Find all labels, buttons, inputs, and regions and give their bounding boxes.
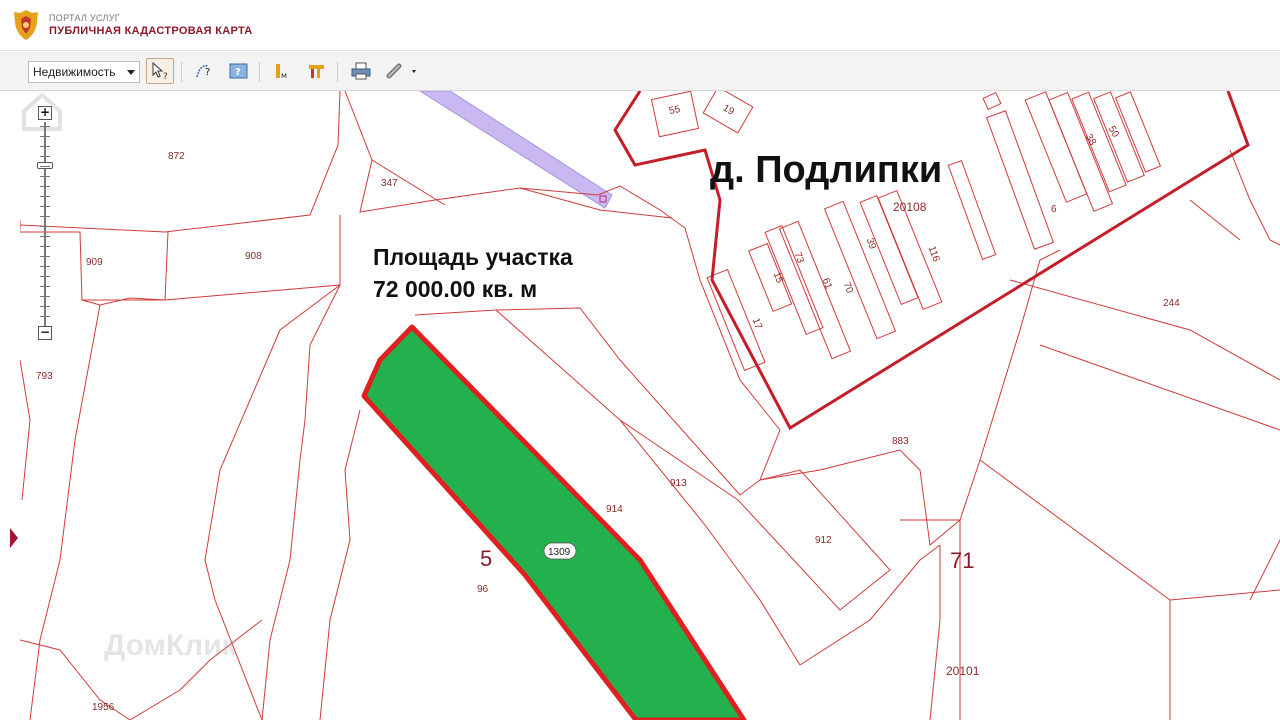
selected-parcel-1309[interactable] xyxy=(361,324,747,720)
zoom-tick xyxy=(40,296,50,297)
link-button[interactable] xyxy=(381,58,421,84)
zoom-tick xyxy=(40,156,50,157)
toolbar-separator xyxy=(337,62,338,82)
zoom-out-button[interactable]: − xyxy=(38,326,52,340)
highlight-strip xyxy=(419,91,613,209)
zoom-tick xyxy=(40,246,50,247)
measure-button[interactable]: ? xyxy=(190,58,218,84)
side-panel-toggle[interactable] xyxy=(10,528,18,548)
printer-icon xyxy=(351,62,371,80)
zoom-tick xyxy=(40,306,50,307)
svg-text:?: ? xyxy=(235,67,241,78)
zoom-tick xyxy=(40,256,50,257)
zoom-tick xyxy=(40,206,50,207)
portal-label: ПОРТАЛ УСЛУГ xyxy=(49,13,120,23)
area-caption: Площадь участка 72 000.00 кв. м xyxy=(373,241,573,305)
map-title: ПУБЛИЧНАЯ КАДАСТРОВАЯ КАРТА xyxy=(49,25,253,37)
map-canvas[interactable] xyxy=(20,91,1280,720)
zoom-tick xyxy=(40,136,50,137)
link-icon xyxy=(386,63,416,79)
area-caption-value: 72 000.00 кв. м xyxy=(373,276,538,302)
identify-button[interactable]: ? xyxy=(224,58,252,84)
zoom-tick xyxy=(40,286,50,287)
app-header: ПОРТАЛ УСЛУГ ПУБЛИЧНАЯ КАДАСТРОВАЯ КАРТА xyxy=(0,0,1280,51)
help-box-icon: ? xyxy=(229,63,248,79)
toolbar-separator xyxy=(181,62,182,82)
measure-icon xyxy=(309,65,324,78)
area-caption-title: Площадь участка xyxy=(373,244,573,270)
zoom-in-button[interactable]: + xyxy=(38,106,52,120)
layer-select[interactable]: Недвижимость xyxy=(28,61,140,83)
layer-select-value: Недвижимость xyxy=(33,65,116,79)
zoom-tick xyxy=(40,186,50,187)
print-button[interactable] xyxy=(346,58,374,84)
layers-icon: м xyxy=(276,64,287,80)
zoom-tick xyxy=(40,276,50,277)
zoom-tick xyxy=(40,236,50,237)
zoom-tick xyxy=(40,226,50,227)
legend-button[interactable]: м xyxy=(268,58,296,84)
svg-text:м: м xyxy=(281,71,287,80)
zoom-tick xyxy=(40,126,50,127)
zoom-tick xyxy=(40,316,50,317)
watermark: ДомКлик xyxy=(104,629,237,662)
zoom-tick xyxy=(40,216,50,217)
zoom-tick xyxy=(40,266,50,267)
zoom-tick xyxy=(40,146,50,147)
cursor-question-icon: ? xyxy=(152,61,168,81)
coat-of-arms-logo[interactable] xyxy=(10,8,42,42)
select-info-button[interactable]: ? xyxy=(146,58,174,84)
quarter-boundary xyxy=(613,91,1250,431)
zoom-slider[interactable]: + − xyxy=(36,106,54,342)
measure-area-button[interactable] xyxy=(302,58,330,84)
village-label: д. Подлипки xyxy=(710,149,943,191)
svg-text:?: ? xyxy=(205,67,210,78)
svg-text:?: ? xyxy=(163,72,168,81)
zoom-tick xyxy=(40,176,50,177)
map-toolbar: Недвижимость ? ? ? м xyxy=(0,52,1280,91)
cadastral-map[interactable]: 872 909 908 347 793 55 19 38 50 20108 6 … xyxy=(20,91,1280,720)
zoom-tick xyxy=(40,196,50,197)
ruler-question-icon: ? xyxy=(196,64,210,78)
chevron-down-icon xyxy=(127,70,135,75)
zoom-track[interactable] xyxy=(44,122,46,328)
toolbar-separator xyxy=(259,62,260,82)
zoom-tick xyxy=(40,166,50,167)
